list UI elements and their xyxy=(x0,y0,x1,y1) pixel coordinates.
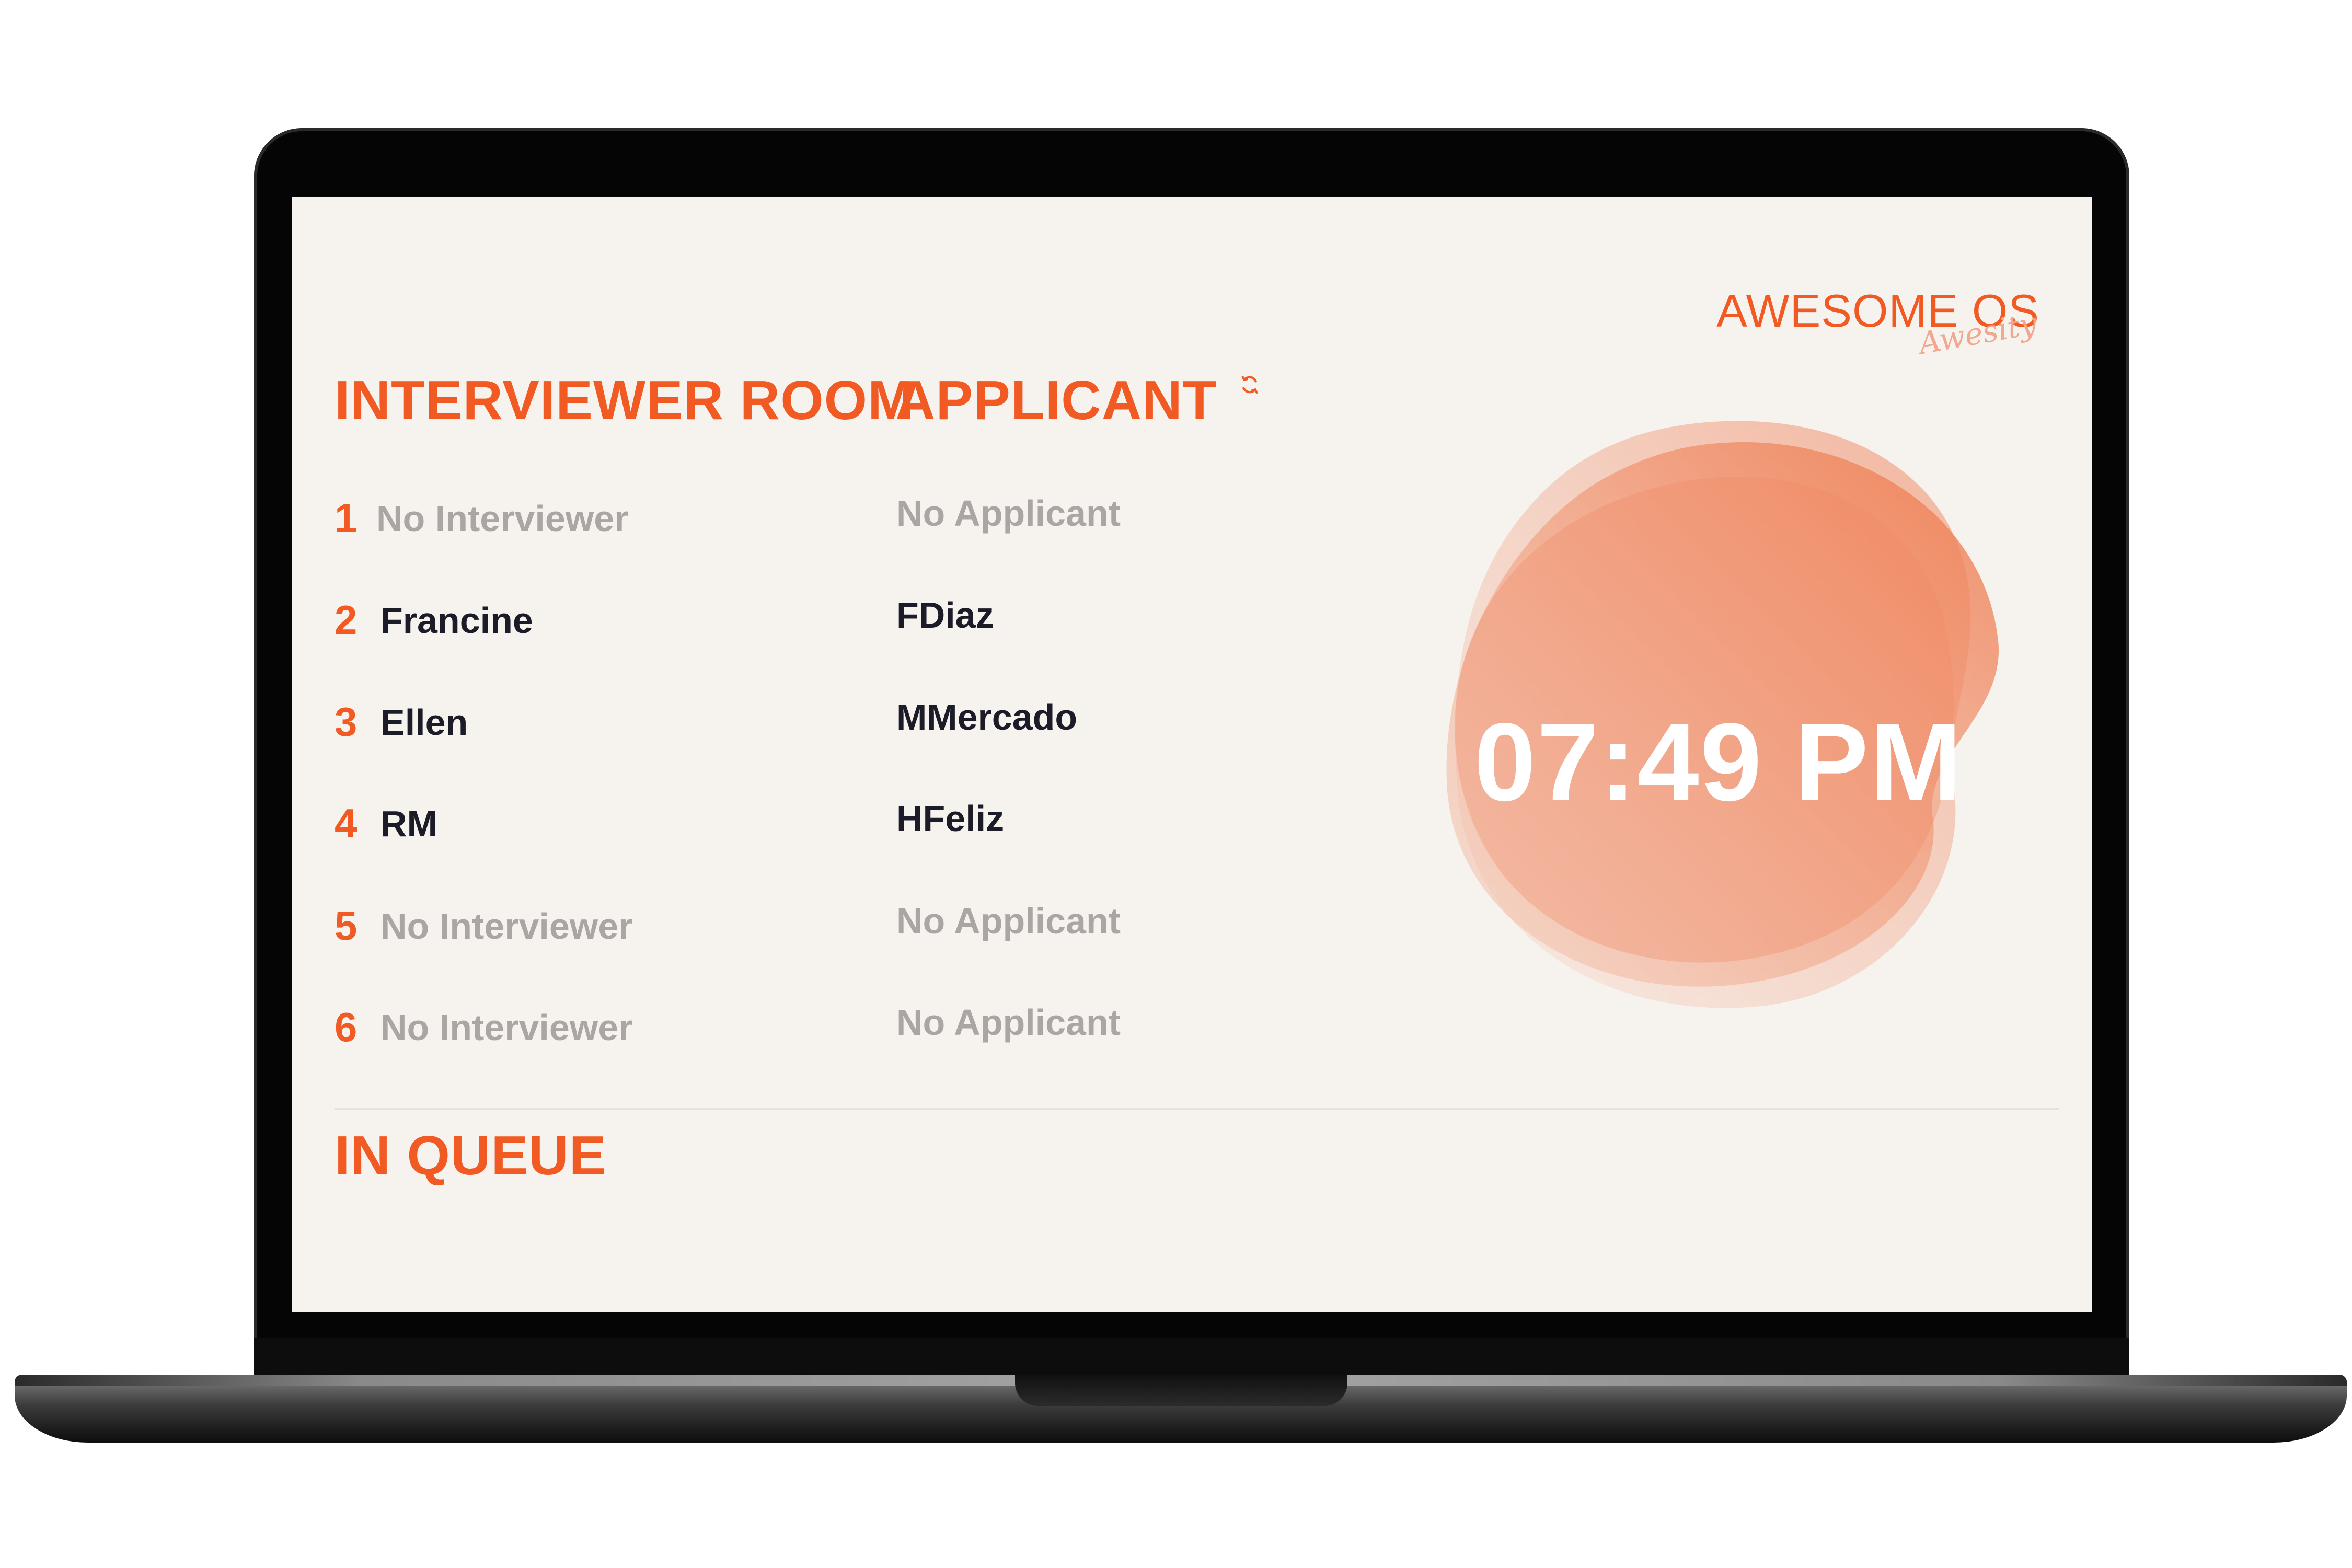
room-row: 3 Ellen MMercado xyxy=(335,697,1275,761)
applicant-name: MMercado xyxy=(896,697,1078,737)
room-row: 2 Francine FDiaz xyxy=(335,595,1275,659)
room-row: 6 No Interviewer No Applicant xyxy=(335,1002,1275,1066)
room-number: 6 xyxy=(335,1004,358,1050)
section-divider xyxy=(335,1108,2059,1110)
interviewer-name: Francine xyxy=(381,600,533,641)
interviewer-name: RM xyxy=(381,803,437,844)
room-number: 4 xyxy=(335,800,358,846)
applicant-name: No Applicant xyxy=(896,493,1121,534)
applicant-name: FDiaz xyxy=(896,595,994,636)
interviewer-name: Ellen xyxy=(381,702,468,743)
clock-time: 07:49 PM xyxy=(1474,700,1963,824)
product-mockup: AWESOME OS Awesity INTERVIEWER ROOM APPL… xyxy=(0,0,2352,1568)
refresh-icon[interactable] xyxy=(1239,374,1260,395)
interviewer-name: No Interviewer xyxy=(381,1007,633,1048)
in-queue-heading: IN QUEUE xyxy=(335,1125,607,1186)
applicant-heading: APPLICANT xyxy=(895,370,1217,431)
room-row: 1 No Interviewer No Applicant xyxy=(335,493,1275,557)
applicant-name: No Applicant xyxy=(896,1002,1121,1043)
applicant-name: HFeliz xyxy=(896,798,1005,839)
room-number: 2 xyxy=(335,597,358,643)
applicant-name: No Applicant xyxy=(896,901,1121,941)
interviewer-name: No Interviewer xyxy=(381,906,633,947)
laptop-hinge-notch xyxy=(1015,1375,1347,1406)
room-number: 1 xyxy=(335,495,358,541)
room-row: 4 RM HFeliz xyxy=(335,798,1275,862)
app-screen: AWESOME OS Awesity INTERVIEWER ROOM APPL… xyxy=(292,197,2092,1312)
room-number: 3 xyxy=(335,699,358,745)
interviewer-name: No Interviewer xyxy=(376,498,629,539)
room-number: 5 xyxy=(335,903,358,949)
room-row: 5 No Interviewer No Applicant xyxy=(335,901,1275,965)
interviewer-room-heading: INTERVIEWER ROOM xyxy=(335,370,915,431)
laptop-bezel-bottom xyxy=(254,1338,2129,1375)
